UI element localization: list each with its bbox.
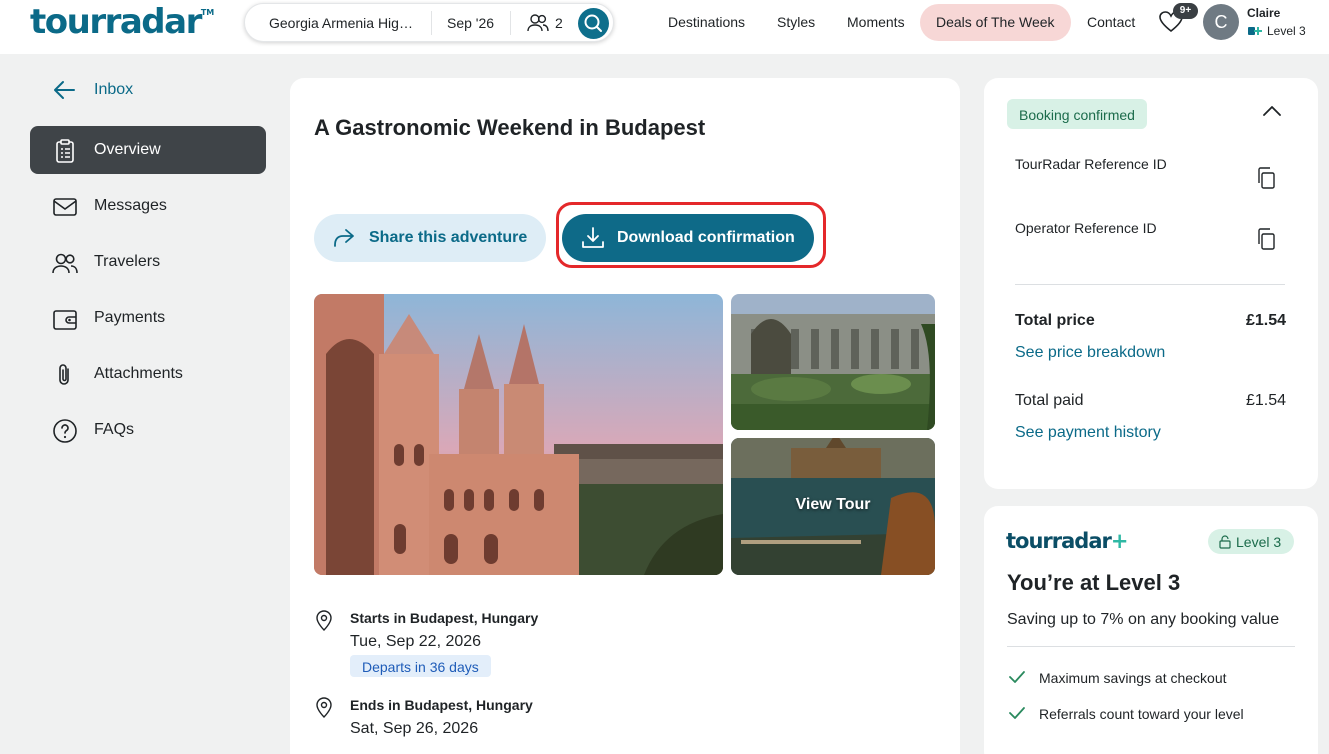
total-price-value: £1.54 [1246,312,1287,329]
tour-photo-palace[interactable] [731,294,935,430]
sidebar-item-label: FAQs [94,421,135,438]
search-button[interactable] [578,8,609,39]
level-feature: Referrals count toward your level [1039,706,1244,722]
avatar[interactable]: C [1203,4,1239,40]
download-label: Download confirmation [617,229,795,246]
loyalty-level-card: tourradar+ Level 3 You’re at Level 3 Sav… [984,506,1318,754]
people-icon [52,253,78,274]
inbox-label: Inbox [94,81,134,98]
departs-label: Departs in 36 days [362,659,479,675]
share-adventure-button[interactable]: Share this adventure [314,214,546,262]
fishermans-bastion-image [314,294,723,575]
sidebar-item-messages[interactable]: Messages [30,182,266,230]
sidebar-item-label: Overview [94,141,161,158]
sidebar-item-faqs[interactable]: FAQs [30,406,266,454]
tourradar-logo[interactable]: tourradarTM [30,2,214,42]
nav-contact[interactable]: Contact [1087,14,1135,30]
sidebar-item-label: Travelers [94,253,161,270]
tour-main-photo[interactable] [314,294,723,575]
total-paid-label: Total paid [1015,392,1084,409]
status-label: Booking confirmed [1019,107,1135,123]
clipboard-icon [56,139,74,163]
sidebar-item-label: Payments [94,309,166,326]
departs-badge: Departs in 36 days [350,655,491,677]
share-arrow-icon [334,229,354,247]
sidebar-item-label: Messages [94,197,167,214]
sidebar-item-attachments[interactable]: Attachments [30,350,266,398]
booking-summary-card: Booking confirmed TourRadar Reference ID… [984,78,1318,489]
total-paid-value: £1.54 [1246,392,1287,409]
search-destination[interactable]: Georgia Armenia Hig… [269,15,413,31]
travelers-icon [527,14,549,32]
wallet-icon [53,310,77,330]
arrow-left-icon [54,81,75,99]
price-breakdown-link[interactable]: See price breakdown [1015,344,1165,362]
share-label: Share this adventure [369,229,528,246]
view-tour-photo[interactable]: View Tour [731,438,935,575]
download-confirmation-button[interactable]: Download confirmation [562,214,814,262]
search-travelers-count[interactable]: 2 [555,15,563,31]
search-date[interactable]: Sep '26 [447,15,494,31]
level-badge: Level 3 [1208,529,1294,554]
map-pin-icon [316,610,332,631]
end-location: Ends in Budapest, Hungary [350,697,533,713]
level-badge-label: Level 3 [1236,534,1282,550]
divider [1007,646,1295,647]
tour-overview-card: A Gastronomic Weekend in Budapest Share … [290,78,960,754]
level-feature: Maximum savings at checkout [1039,670,1227,686]
sidebar-item-payments[interactable]: Payments [30,294,266,342]
wishlist-count-badge: 9+ [1173,3,1198,19]
chevron-up-icon[interactable] [1262,104,1282,118]
divider [431,11,432,35]
divider [1015,284,1285,285]
sidebar-item-label: Attachments [94,365,183,382]
back-to-inbox-link[interactable]: Inbox [52,78,172,102]
copy-icon[interactable] [1256,167,1276,189]
start-date: Tue, Sep 22, 2026 [350,633,482,650]
total-price-label: Total price [1015,312,1095,329]
buda-castle-image [731,294,935,430]
search-bar[interactable]: Georgia Armenia Hig… Sep '26 2 [244,3,614,42]
user-level: Level 3 [1267,24,1306,38]
lock-open-icon [1219,535,1231,549]
tourradar-reference-label: TourRadar Reference ID [1015,156,1167,172]
page-title: A Gastronomic Weekend in Budapest [314,115,706,140]
nav-moments[interactable]: Moments [847,14,905,30]
start-location: Starts in Budapest, Hungary [350,610,539,626]
checkmark-icon [1009,707,1025,719]
nav-destinations[interactable]: Destinations [668,14,745,30]
envelope-icon [53,198,77,216]
end-date: Sat, Sep 26, 2026 [350,720,479,737]
tourradar-plus-icon [1248,27,1262,35]
top-header: tourradarTM Georgia Armenia Hig… Sep '26… [0,0,1329,54]
status-badge: Booking confirmed [1007,99,1147,129]
divider [510,11,511,35]
operator-reference-label: Operator Reference ID [1015,220,1157,236]
deals-label: Deals of The Week [936,14,1055,30]
deals-of-the-week-button[interactable]: Deals of The Week [920,4,1071,41]
paperclip-icon [59,364,69,385]
map-pin-icon [316,697,332,718]
nav-styles[interactable]: Styles [777,14,815,30]
view-tour-label[interactable]: View Tour [731,496,935,514]
checkmark-icon [1009,671,1025,683]
payment-history-link[interactable]: See payment history [1015,424,1161,442]
copy-icon[interactable] [1256,228,1276,250]
level-title: You’re at Level 3 [1007,570,1181,595]
user-name[interactable]: Claire [1247,6,1280,20]
tourradar-plus-logo: tourradar+ [1006,529,1128,553]
sidebar-item-overview[interactable]: Overview [30,126,266,174]
question-icon [53,419,77,443]
sidebar-item-travelers[interactable]: Travelers [30,238,266,286]
level-subtitle: Saving up to 7% on any booking value [1007,611,1280,628]
download-icon [582,227,604,248]
search-icon [584,14,602,32]
